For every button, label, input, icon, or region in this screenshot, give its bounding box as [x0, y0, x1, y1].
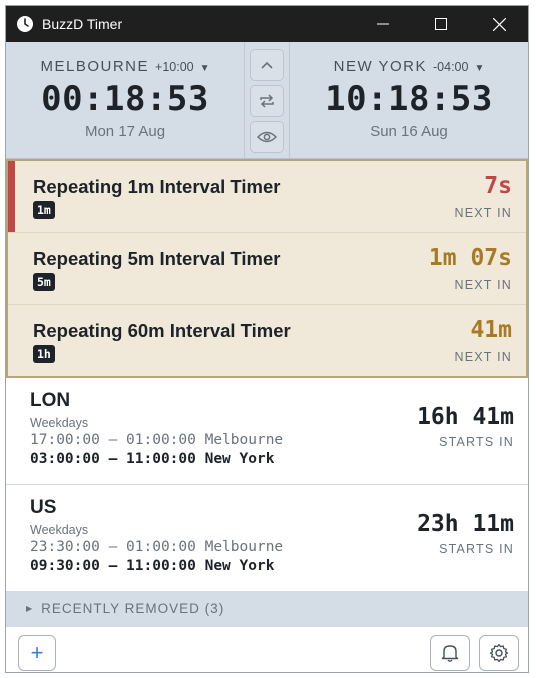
timer-row[interactable]: Repeating 60m Interval Timer 1h 41m NEXT… — [8, 304, 526, 376]
timer-caption: NEXT IN — [454, 278, 512, 292]
app-window: BuzzD Timer MELBOURNE +10:00 ▼ 00:18:53 … — [5, 5, 529, 673]
timer-caption: NEXT IN — [454, 206, 512, 220]
timer-countdown: 1m 07s — [428, 245, 512, 271]
timer-name: Repeating 1m Interval Timer — [33, 176, 281, 197]
city-name: NEW YORK — [333, 58, 428, 75]
swap-icon — [260, 94, 274, 108]
notifications-button[interactable] — [430, 635, 470, 671]
session-hours-remote: 03:00:00 – 11:00:00 New York — [30, 451, 275, 467]
minimize-icon — [377, 23, 389, 25]
timer-countdown: 7s — [484, 173, 512, 199]
utc-offset: +10:00 — [155, 60, 194, 74]
clock-header: MELBOURNE +10:00 ▼ 00:18:53 Mon 17 Aug N… — [6, 42, 528, 159]
clock-time: 10:18:53 — [325, 79, 493, 119]
footer-toolbar: + — [6, 626, 528, 672]
clock-new-york: NEW YORK -04:00 ▼ 10:18:53 Sun 16 Aug — [290, 42, 528, 158]
caret-down-icon: ▼ — [199, 63, 210, 74]
session-hours-local: 17:00:00 – 01:00:00 Melbourne — [30, 432, 284, 448]
header-controls — [244, 42, 290, 158]
session-hours-remote: 09:30:00 – 11:00:00 New York — [30, 558, 275, 574]
title-bar[interactable]: BuzzD Timer — [6, 6, 528, 42]
caret-right-icon: ▶ — [26, 604, 34, 613]
visibility-button[interactable] — [250, 121, 284, 153]
timer-caption: NEXT IN — [454, 350, 512, 364]
clock-date: Sun 16 Aug — [370, 123, 448, 140]
session-name: US — [30, 497, 57, 518]
utc-offset: -04:00 — [433, 60, 469, 74]
timer-row[interactable]: Repeating 1m Interval Timer 1m 7s NEXT I… — [8, 161, 526, 232]
timer-list: Repeating 1m Interval Timer 1m 7s NEXT I… — [6, 159, 528, 378]
session-row[interactable]: US Weekdays 23:30:00 – 01:00:00 Melbourn… — [6, 485, 528, 591]
session-countdown: 23h 11m — [417, 511, 514, 537]
timezone-selector-right[interactable]: NEW YORK -04:00 ▼ — [334, 58, 485, 75]
collapse-button[interactable] — [250, 49, 284, 81]
close-icon — [492, 17, 506, 31]
session-row[interactable]: LON Weekdays 17:00:00 – 01:00:00 Melbour… — [6, 378, 528, 485]
clock-time: 00:18:53 — [41, 79, 209, 119]
recently-removed-toggle[interactable]: ▶ RECENTLY REMOVED (3) — [6, 591, 528, 626]
timezone-selector-left[interactable]: MELBOURNE +10:00 ▼ — [40, 58, 209, 75]
interval-badge: 1m — [33, 201, 55, 219]
session-countdown: 16h 41m — [417, 404, 514, 430]
eye-icon — [257, 131, 277, 143]
city-name: MELBOURNE — [40, 58, 150, 75]
chevron-up-icon — [261, 61, 273, 69]
session-days: Weekdays — [30, 523, 89, 537]
timer-name: Repeating 5m Interval Timer — [33, 248, 281, 269]
bell-icon — [441, 645, 459, 662]
clock-melbourne: MELBOURNE +10:00 ▼ 00:18:53 Mon 17 Aug — [6, 42, 244, 158]
interval-badge: 5m — [33, 273, 55, 291]
interval-badge: 1h — [33, 345, 55, 363]
caret-down-icon: ▼ — [474, 63, 485, 74]
swap-button[interactable] — [250, 85, 284, 117]
clock-date: Mon 17 Aug — [84, 123, 166, 140]
timer-countdown: 41m — [470, 317, 512, 343]
add-label: + — [30, 640, 44, 665]
session-caption: STARTS IN — [439, 542, 514, 556]
maximize-button[interactable] — [412, 6, 470, 42]
session-hours-local: 23:30:00 – 01:00:00 Melbourne — [30, 539, 284, 555]
window-title: BuzzD Timer — [42, 16, 123, 32]
timer-row[interactable]: Repeating 5m Interval Timer 5m 1m 07s NE… — [8, 232, 526, 304]
session-caption: STARTS IN — [439, 435, 514, 449]
recently-removed-label: RECENTLY REMOVED (3) — [41, 601, 225, 616]
close-button[interactable] — [470, 6, 528, 42]
minimize-button[interactable] — [354, 6, 412, 42]
settings-button[interactable] — [479, 635, 519, 671]
app-clock-icon — [17, 16, 33, 32]
gear-icon — [489, 643, 509, 663]
timer-name: Repeating 60m Interval Timer — [33, 320, 291, 341]
session-name: LON — [30, 390, 71, 411]
maximize-icon — [435, 18, 447, 30]
session-days: Weekdays — [30, 416, 89, 430]
add-button[interactable]: + — [18, 635, 56, 671]
